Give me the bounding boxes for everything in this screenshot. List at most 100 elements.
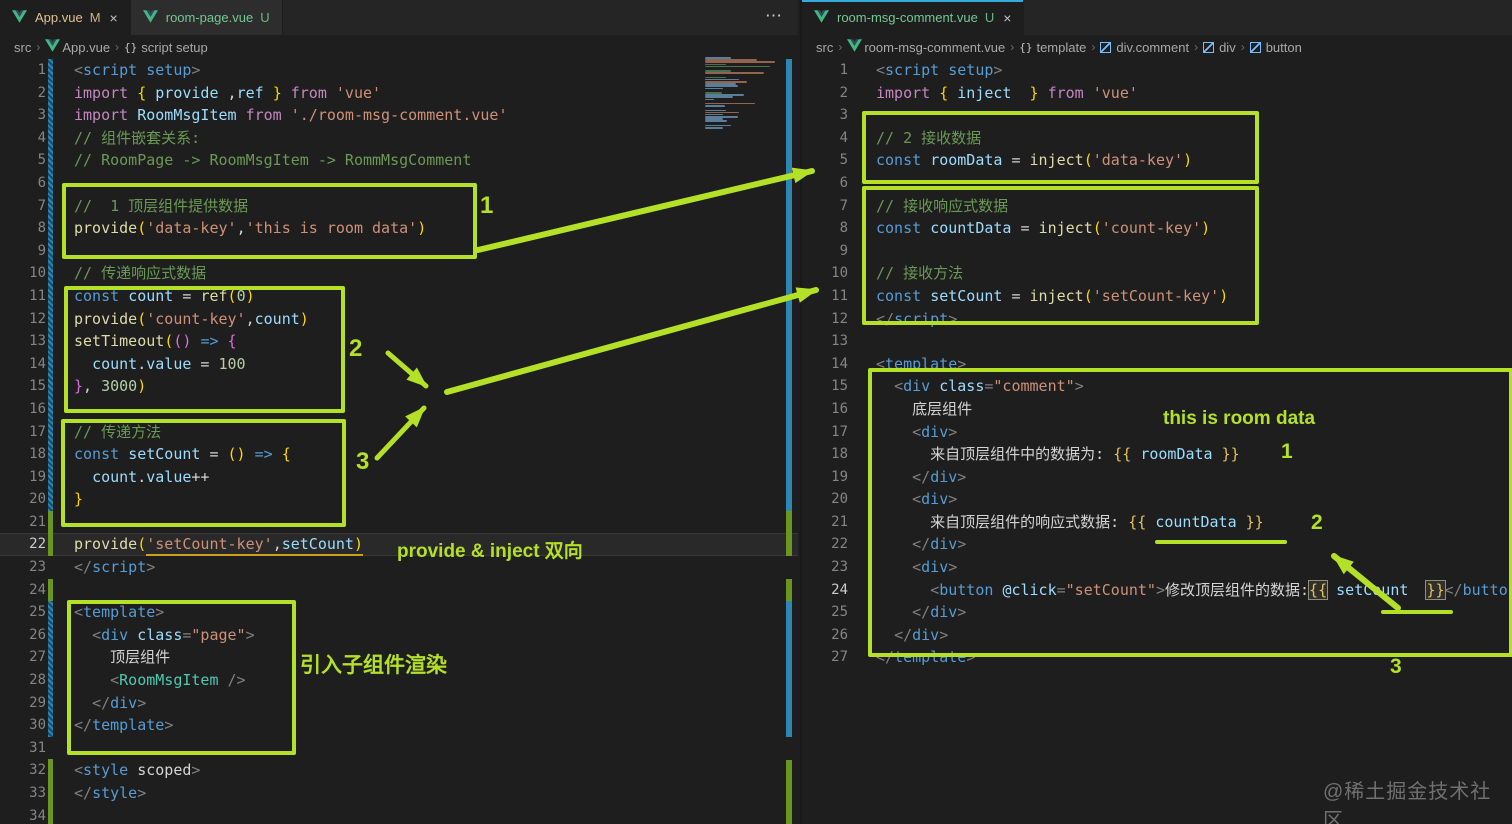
- code-line[interactable]: 13: [802, 330, 1512, 353]
- gutter-spacer: [850, 172, 855, 195]
- code-line[interactable]: 1 <script setup>: [802, 59, 1512, 82]
- code-line[interactable]: 6: [802, 172, 1512, 195]
- code-line[interactable]: 8 provide('data-key','this is room data'): [0, 217, 798, 240]
- code-line[interactable]: 17 <div>: [802, 421, 1512, 444]
- code-text: const setCount = () => {: [74, 445, 291, 464]
- code-line[interactable]: 7 // 接收响应式数据: [802, 195, 1512, 218]
- line-number: 2: [37, 84, 46, 101]
- code-line[interactable]: 12 </script>: [802, 308, 1512, 331]
- tab-room-page.vue[interactable]: room-page.vue U: [130, 0, 283, 35]
- code-line[interactable]: 14 <template>: [802, 353, 1512, 376]
- code-line[interactable]: 12 provide('count-key',count): [0, 307, 798, 331]
- close-icon[interactable]: ×: [1003, 10, 1011, 26]
- code-line[interactable]: 10 // 接收方法: [802, 262, 1512, 285]
- code-text: <template>: [876, 354, 967, 373]
- code-line[interactable]: 15 <div class="comment">: [802, 375, 1512, 398]
- code-line[interactable]: 31: [0, 737, 798, 760]
- gutter-spacer: [850, 195, 855, 218]
- code-text: // 传递响应式数据: [74, 264, 207, 283]
- code-line[interactable]: 6: [0, 171, 798, 195]
- close-icon[interactable]: ×: [110, 10, 118, 26]
- code-line[interactable]: 25 </div>: [802, 601, 1512, 624]
- code-editor-right[interactable]: 1 <script setup> 2 import { inject } from '…: [802, 59, 1512, 824]
- code-line[interactable]: 5 const roomData = inject('data-key'): [802, 149, 1512, 172]
- breadcrumb-separator: ›: [1010, 40, 1015, 54]
- code-text: </template>: [74, 716, 174, 735]
- minimap-line: [705, 111, 739, 114]
- code-line[interactable]: 26 <div class="page">: [0, 623, 798, 647]
- code-line[interactable]: 25 <template>: [0, 601, 798, 624]
- tab-App.vue[interactable]: App.vue M ×: [0, 0, 131, 35]
- code-line[interactable]: 2 import { inject } from 'vue': [802, 82, 1512, 105]
- code-line[interactable]: 9: [802, 240, 1512, 263]
- code-line[interactable]: 19 count.value++: [0, 465, 798, 489]
- code-line[interactable]: 22 </div>: [802, 533, 1512, 556]
- code-line[interactable]: 10 // 传递响应式数据: [0, 262, 798, 285]
- code-line[interactable]: 29 </div>: [0, 691, 798, 715]
- code-line[interactable]: 16: [0, 397, 798, 421]
- line-number: 4: [37, 129, 46, 146]
- code-line[interactable]: 4 // 2 接收数据: [802, 127, 1512, 150]
- minimap-line: [705, 109, 726, 111]
- code-line[interactable]: 2 import { provide ,ref } from 'vue': [0, 81, 798, 105]
- breadcrumb-item-div[interactable]: div: [1203, 40, 1236, 55]
- code-line[interactable]: 24 <button @click="setCount">修改顶层组件的数据:{…: [802, 579, 1512, 602]
- code-line[interactable]: 27 顶层组件: [0, 646, 798, 670]
- code-line[interactable]: 15}, 3000): [0, 375, 798, 398]
- minimap[interactable]: [705, 57, 779, 131]
- code-line[interactable]: 3 import RoomMsgItem from './room-msg-com…: [0, 104, 798, 127]
- breadcrumb-item-script-setup[interactable]: {} script setup: [124, 40, 208, 55]
- code-line[interactable]: 23 <div>: [802, 556, 1512, 579]
- breadcrumb-item-div.comment[interactable]: div.comment: [1100, 40, 1189, 55]
- code-editor-left[interactable]: 1 <script setup> 2 import { provide ,ref } …: [0, 59, 798, 824]
- code-line[interactable]: 4 // 组件嵌套关系:: [0, 126, 798, 150]
- code-line[interactable]: 22 provide('setCount-key',setCount): [0, 533, 798, 557]
- tab-bar-left: App.vue M × room-page.vue U ⋯: [0, 0, 798, 35]
- code-line[interactable]: 18 const setCount = () => {: [0, 443, 798, 466]
- code-line[interactable]: 9: [0, 239, 798, 263]
- line-number: 26: [29, 626, 46, 643]
- code-line[interactable]: 8 const countData = inject('count-key'): [802, 217, 1512, 240]
- line-number: 33: [29, 785, 46, 801]
- code-line[interactable]: 19 </div>: [802, 466, 1512, 489]
- code-line[interactable]: 32 <style scoped>: [0, 759, 798, 782]
- code-line[interactable]: 33 </style>: [0, 782, 798, 805]
- code-line[interactable]: 16 底层组件: [802, 398, 1512, 421]
- git-status-badge: U: [984, 10, 995, 25]
- code-line[interactable]: 5 // RoomPage -> RoomMsgItem -> RommMsgCo…: [0, 149, 798, 172]
- breadcrumb-item-src[interactable]: src: [14, 40, 31, 55]
- breadcrumb-item-button[interactable]: button: [1249, 40, 1302, 55]
- code-text: import { inject } from 'vue': [876, 83, 1138, 102]
- more-actions-ellipsis-icon[interactable]: ⋯: [765, 6, 784, 26]
- code-line[interactable]: 30 </template>: [0, 714, 798, 737]
- code-line[interactable]: 26 </div>: [802, 624, 1512, 647]
- code-line[interactable]: 34: [0, 804, 798, 824]
- line-number: 6: [839, 174, 848, 191]
- code-line[interactable]: 3: [802, 104, 1512, 127]
- code-line[interactable]: 11 const count = ref(0): [0, 284, 798, 308]
- breadcrumb-item-src[interactable]: src: [816, 40, 833, 55]
- code-line[interactable]: 20}: [0, 488, 798, 511]
- breadcrumb-item-room-msg-comment.vue[interactable]: room-msg-comment.vue: [847, 39, 1005, 55]
- code-line[interactable]: 20 <div>: [802, 488, 1512, 511]
- code-line[interactable]: 17 // 传递方法: [0, 420, 798, 444]
- code-line[interactable]: 21: [0, 510, 798, 534]
- code-line[interactable]: 11 const setCount = inject('setCount-key'…: [802, 285, 1512, 308]
- code-line[interactable]: 14 count.value = 100: [0, 352, 798, 376]
- tab-room-msg-comment.vue[interactable]: room-msg-comment.vue U ×: [802, 0, 1025, 35]
- code-line[interactable]: 1 <script setup>: [0, 59, 798, 82]
- code-line[interactable]: 28 <RoomMsgItem />: [0, 669, 798, 692]
- breadcrumb-separator: ›: [115, 40, 120, 54]
- code-line[interactable]: 21 来自顶层组件的响应式数据: {{ countData }}: [802, 511, 1512, 534]
- code-line[interactable]: 18 来自顶层组件中的数据为: {{ roomData }}: [802, 443, 1512, 466]
- breadcrumb-item-App.vue[interactable]: App.vue: [45, 39, 110, 55]
- code-line[interactable]: 24: [0, 578, 798, 602]
- gutter-spacer: [850, 217, 855, 240]
- code-text: 底层组件: [876, 399, 973, 418]
- code-line[interactable]: 27 </template>: [802, 646, 1512, 669]
- code-line[interactable]: 13 setTimeout(() => {: [0, 330, 798, 353]
- code-line[interactable]: 7 // 1 顶层组件提供数据: [0, 194, 798, 218]
- breadcrumb-item-template[interactable]: {} template: [1019, 40, 1086, 55]
- code-line[interactable]: 23 </script>: [0, 556, 798, 579]
- code-text: // 组件嵌套关系:: [74, 128, 201, 147]
